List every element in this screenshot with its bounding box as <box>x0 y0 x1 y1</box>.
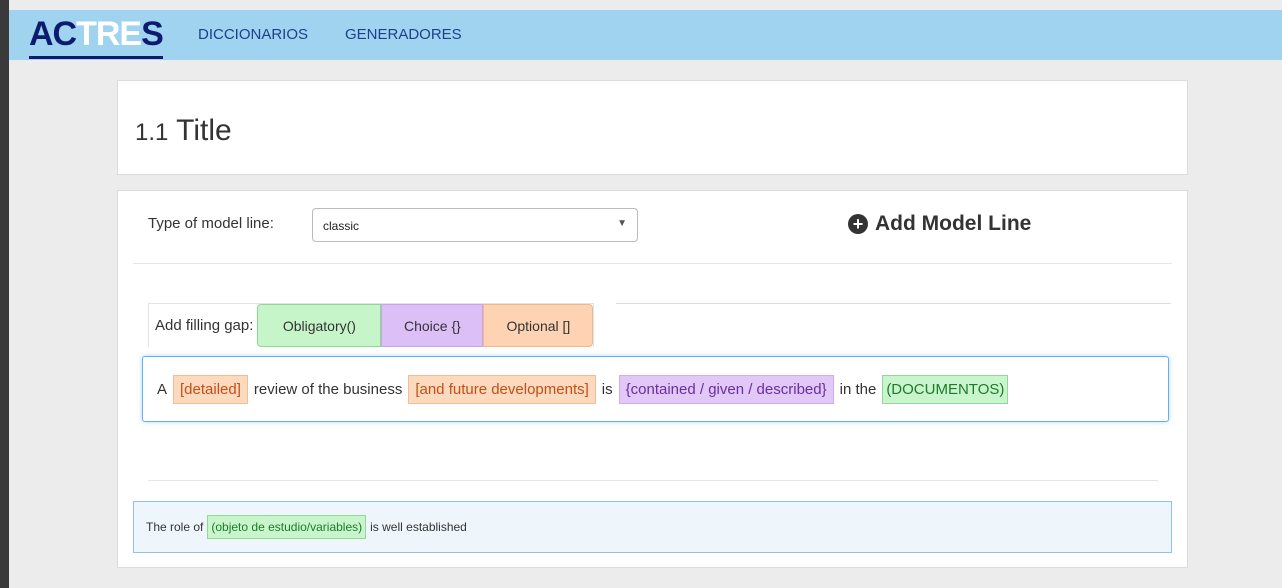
type-label: Type of model line: <box>148 215 274 232</box>
filling-gap-label: Add filling gap: <box>155 317 254 334</box>
logo-part-1: AC <box>29 15 77 53</box>
top-navbar: ACTRES DICCIONARIOS GENERADORES <box>9 10 1282 60</box>
title-text: Title <box>176 114 232 147</box>
type-select-value: classic <box>323 219 360 233</box>
example-sentence-box: The role of (objeto de estudio/variables… <box>133 501 1172 553</box>
editor-text: in the <box>839 380 877 398</box>
chevron-down-icon: ▼ <box>617 218 627 229</box>
tabs-baseline <box>616 303 1171 304</box>
logo-part-3: S <box>141 15 164 53</box>
choice-gap-button[interactable]: Choice {} <box>381 304 484 347</box>
example-text: is well established <box>370 520 467 534</box>
logo-part-2: TRE <box>76 15 142 53</box>
obligatory-chip[interactable]: (DOCUMENTOS) <box>882 374 1009 404</box>
obligatory-gap-button[interactable]: Obligatory() <box>257 304 382 347</box>
choice-chip[interactable]: {contained / given / described} <box>618 374 834 404</box>
optional-chip[interactable]: [and future developments] <box>408 374 596 404</box>
divider-bottom <box>148 480 1158 481</box>
add-model-line-button[interactable]: + Add Model Line <box>848 212 1031 236</box>
plus-circle-icon: + <box>848 214 868 234</box>
actres-logo[interactable]: ACTRES <box>29 12 164 59</box>
editor-text: review of the business <box>253 380 403 398</box>
filling-gap-toolbar: Add filling gap: Obligatory() Choice {} … <box>148 303 595 347</box>
type-select[interactable]: classic ▼ <box>312 208 638 242</box>
title-panel: 1.1 Title <box>117 80 1188 175</box>
nav-generadores[interactable]: GENERADORES <box>345 26 462 43</box>
divider-top <box>133 263 1172 264</box>
optional-chip[interactable]: [detailed] <box>173 374 248 404</box>
optional-gap-button[interactable]: Optional [] <box>483 304 594 347</box>
page-title: 1.1 Title <box>135 114 232 148</box>
model-line-panel: Type of model line: classic ▼ + Add Mode… <box>117 190 1188 568</box>
editor-text: A <box>157 380 168 398</box>
example-text: The role of <box>146 520 204 534</box>
nav-diccionarios[interactable]: DICCIONARIOS <box>198 26 308 43</box>
model-line-editor[interactable]: A [detailed] review of the business [and… <box>142 356 1169 422</box>
window-left-edge <box>0 0 9 588</box>
editor-text: is <box>601 380 613 398</box>
add-model-line-label: Add Model Line <box>875 212 1032 235</box>
obligatory-chip: (objeto de estudio/variables) <box>207 515 367 539</box>
section-number: 1.1 <box>135 119 169 146</box>
